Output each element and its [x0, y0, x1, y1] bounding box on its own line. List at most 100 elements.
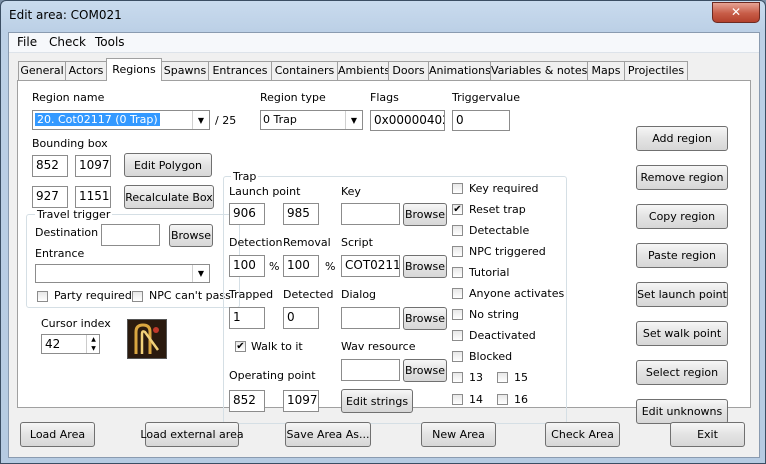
- blocked-label: Blocked: [469, 350, 513, 363]
- destination-browse-button[interactable]: Browse: [169, 224, 213, 247]
- cursor-spinner[interactable]: ▲ ▼: [86, 335, 100, 353]
- tutorial-label: Tutorial: [469, 266, 510, 279]
- wav-browse-button[interactable]: Browse: [403, 359, 447, 382]
- load-area-button[interactable]: Load Area: [20, 422, 95, 447]
- reset-trap-checkbox[interactable]: ✔: [452, 204, 463, 215]
- cursor-index-value: 42: [45, 337, 61, 351]
- tab-variables-notes[interactable]: Variables & notes: [490, 61, 588, 80]
- select-region-button[interactable]: Select region: [636, 360, 728, 385]
- entrance-select[interactable]: ▼: [35, 264, 210, 283]
- tab-general[interactable]: General: [18, 61, 66, 80]
- tutorial-checkbox[interactable]: [452, 267, 463, 278]
- chevron-down-icon[interactable]: ▼: [192, 265, 209, 282]
- tab-containers[interactable]: Containers: [271, 61, 338, 80]
- flags-label: Flags: [370, 91, 399, 104]
- key-input[interactable]: [341, 203, 400, 225]
- wav-resource-input[interactable]: [341, 359, 400, 381]
- bbox-x2-input[interactable]: 927: [32, 186, 68, 208]
- set-launch-point-button[interactable]: Set launch point: [636, 282, 728, 307]
- key-required-label: Key required: [469, 182, 539, 195]
- set-walk-point-button[interactable]: Set walk point: [636, 321, 728, 346]
- region-name-select[interactable]: 20. Cot02117 (0 Trap) ▼: [32, 110, 210, 130]
- operating-y-input[interactable]: 1097: [283, 390, 319, 412]
- chevron-down-icon[interactable]: ▼: [192, 111, 209, 129]
- new-area-button[interactable]: New Area: [421, 422, 496, 447]
- load-external-area-button[interactable]: Load external area: [140, 422, 244, 447]
- menu-tools[interactable]: Tools: [95, 35, 125, 49]
- add-region-button[interactable]: Add region: [636, 126, 728, 151]
- save-area-as-button[interactable]: Save Area As...: [285, 422, 371, 447]
- destination-input[interactable]: [101, 224, 160, 246]
- bit-16-checkbox[interactable]: [497, 394, 508, 405]
- bit-15-checkbox[interactable]: [497, 372, 508, 383]
- walk-to-it-label: Walk to it: [251, 340, 303, 353]
- bbox-y1-input[interactable]: 1097: [75, 155, 111, 177]
- tab-spawns[interactable]: Spawns: [161, 61, 209, 80]
- no-string-checkbox[interactable]: [452, 309, 463, 320]
- anyone-activates-checkbox[interactable]: [452, 288, 463, 299]
- edit-unknowns-button[interactable]: Edit unknowns: [636, 399, 728, 424]
- deactivated-checkbox[interactable]: [452, 330, 463, 341]
- tab-maps[interactable]: Maps: [587, 61, 625, 80]
- remove-region-button[interactable]: Remove region: [636, 165, 728, 190]
- key-browse-button[interactable]: Browse: [403, 203, 447, 226]
- tab-ambients[interactable]: Ambients: [337, 61, 390, 80]
- bit-14-checkbox[interactable]: [452, 394, 463, 405]
- trapped-input[interactable]: 1: [229, 307, 265, 329]
- detection-input[interactable]: 100: [229, 255, 265, 277]
- removal-input[interactable]: 100: [283, 255, 319, 277]
- tab-animations[interactable]: Animations: [428, 61, 491, 80]
- key-required-checkbox[interactable]: [452, 183, 463, 194]
- chevron-down-icon[interactable]: ▼: [345, 111, 362, 129]
- bit-15-label: 15: [514, 371, 528, 384]
- launch-y-input[interactable]: 985: [283, 203, 319, 225]
- bounding-box-label: Bounding box: [32, 137, 108, 150]
- close-button[interactable]: ✕: [712, 2, 760, 23]
- launch-point-label: Launch point: [229, 185, 301, 198]
- trapped-label: Trapped: [229, 288, 274, 301]
- cursor-index-label: Cursor index: [41, 317, 111, 330]
- title-bar[interactable]: Edit area: COM021 ✕: [1, 1, 765, 31]
- bit-13-checkbox[interactable]: [452, 372, 463, 383]
- operating-x-input[interactable]: 852: [229, 390, 265, 412]
- walk-to-it-checkbox[interactable]: ✔: [235, 341, 246, 352]
- menu-check[interactable]: Check: [49, 35, 86, 49]
- party-required-label: Party required: [54, 289, 132, 302]
- detectable-checkbox[interactable]: [452, 225, 463, 236]
- exit-button[interactable]: Exit: [670, 422, 745, 447]
- party-required-checkbox[interactable]: [37, 291, 48, 302]
- script-input[interactable]: COT02117: [341, 255, 400, 277]
- blocked-checkbox[interactable]: [452, 351, 463, 362]
- menu-file[interactable]: File: [17, 35, 37, 49]
- dialog-browse-button[interactable]: Browse: [403, 307, 447, 330]
- npc-triggered-checkbox[interactable]: [452, 246, 463, 257]
- entrance-label: Entrance: [35, 247, 85, 260]
- detection-label: Detection: [229, 236, 283, 249]
- trap-label: Trap: [231, 170, 259, 183]
- script-label: Script: [341, 236, 373, 249]
- tab-projectiles[interactable]: Projectiles: [624, 61, 688, 80]
- bbox-x1-input[interactable]: 852: [32, 155, 68, 177]
- bbox-y2-input[interactable]: 1151: [75, 186, 111, 208]
- dialog-input[interactable]: [341, 307, 400, 329]
- edit-strings-button[interactable]: Edit strings: [341, 389, 413, 413]
- detected-input[interactable]: 0: [283, 307, 319, 329]
- recalculate-box-button[interactable]: Recalculate Box: [124, 185, 214, 209]
- tab-doors[interactable]: Doors: [388, 61, 429, 80]
- copy-region-button[interactable]: Copy region: [636, 204, 728, 229]
- paste-region-button[interactable]: Paste region: [636, 243, 728, 268]
- region-type-select[interactable]: 0 Trap ▼: [260, 110, 363, 130]
- triggervalue-input[interactable]: 0: [452, 110, 510, 131]
- tab-regions[interactable]: Regions: [106, 58, 162, 81]
- tab-actors[interactable]: Actors: [65, 61, 107, 80]
- launch-x-input[interactable]: 906: [229, 203, 265, 225]
- script-browse-button[interactable]: Browse: [403, 255, 447, 278]
- npc-cant-pass-checkbox[interactable]: [132, 291, 143, 302]
- bit-14-label: 14: [469, 393, 483, 406]
- edit-polygon-button[interactable]: Edit Polygon: [124, 153, 212, 177]
- check-area-button[interactable]: Check Area: [545, 422, 620, 447]
- bit-13-label: 13: [469, 371, 483, 384]
- flags-input[interactable]: 0x00000402: [370, 110, 445, 131]
- region-name-label: Region name: [32, 91, 105, 104]
- tab-entrances[interactable]: Entrances: [208, 61, 272, 80]
